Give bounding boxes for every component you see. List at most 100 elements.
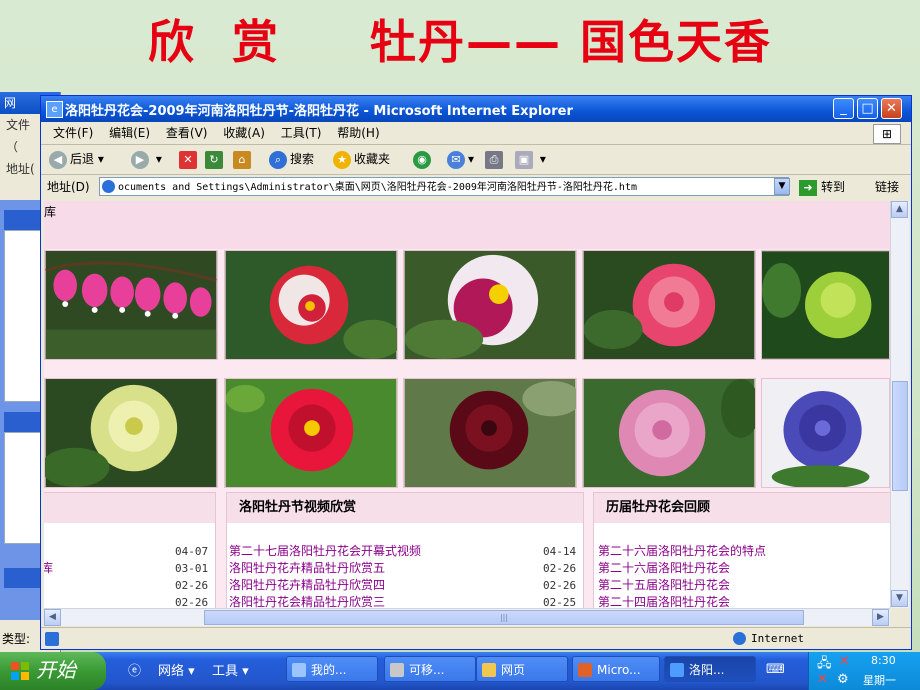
task-ie-luoyang[interactable]: 洛阳... <box>664 656 756 682</box>
address-input[interactable]: ocuments and Settings\Administrator\桌面\网… <box>99 177 789 196</box>
peony-photo-3[interactable] <box>403 250 577 360</box>
clock-time[interactable]: 8:30 <box>871 654 896 667</box>
left-panel-header <box>44 493 215 523</box>
go-arrow-icon: ➜ <box>799 179 817 196</box>
ie-menubar: 文件(F) 编辑(E) 查看(V) 收藏(A) 工具(T) 帮助(H) <box>41 122 911 145</box>
scroll-down-button[interactable]: ▼ <box>891 590 908 607</box>
address-dropdown-button[interactable]: ▼ <box>774 178 790 195</box>
peony-photo-4[interactable] <box>582 250 756 360</box>
close-button[interactable]: ✕ <box>881 98 902 119</box>
alert-tray-icon[interactable]: ✕ <box>817 672 828 687</box>
keyboard-icon[interactable]: ⌨ <box>766 662 785 677</box>
peony-photo-7[interactable] <box>224 378 398 488</box>
go-button[interactable]: ➜ 转到 <box>799 175 845 199</box>
menu-tools[interactable]: 工具(T) <box>281 122 322 144</box>
menu-edit[interactable]: 编辑(E) <box>109 122 150 144</box>
minimize-button[interactable]: _ <box>833 98 854 119</box>
task-pane-header[interactable] <box>4 412 40 432</box>
peony-photo-5[interactable] <box>761 250 890 360</box>
vertical-scroll-thumb[interactable] <box>892 381 908 491</box>
list-item[interactable]: 洛阳牡丹花卉精品牡丹欣赏四 02-26 <box>227 577 583 594</box>
web-page-content: 库 04-07 库 03-01 02-26 02-26 洛阳牡丹节视频欣赏 第二… <box>44 201 890 608</box>
list-item[interactable]: 02-26 <box>44 594 215 608</box>
stop-button[interactable]: ✕ <box>179 144 200 174</box>
home-icon: ⌂ <box>233 150 251 169</box>
background-task-pane <box>0 200 44 620</box>
menu-help[interactable]: 帮助(H) <box>337 122 379 144</box>
volume-tray-icon[interactable]: ✕ <box>839 654 850 669</box>
ie-quicklaunch-icon[interactable]: ⓔ <box>128 660 141 679</box>
task-pane-section <box>4 432 42 544</box>
video-panel-title: 洛阳牡丹节视频欣赏 <box>227 493 583 523</box>
menu-file[interactable]: 文件(F) <box>53 122 93 144</box>
horizontal-scroll-thumb[interactable]: ||| <box>204 610 804 625</box>
start-button[interactable]: 开始 <box>0 652 106 690</box>
list-item[interactable]: 02-26 <box>44 577 215 594</box>
mail-button[interactable]: ✉ ▾ <box>447 144 474 174</box>
home-button[interactable]: ⌂ <box>233 144 254 174</box>
task-pane-header[interactable] <box>4 210 40 230</box>
ie-toolbar: ◀ 后退 ▾ ▶ ▾ ✕ ↻ ⌂ ⌕ 搜索 ★ 收藏夹 ◉ ✉ ▾ ⎙ ▣ ▾ <box>41 144 911 175</box>
peony-photo-10[interactable] <box>761 378 890 488</box>
left-news-panel: 04-07 库 03-01 02-26 02-26 <box>44 492 216 608</box>
task-pane-header[interactable] <box>4 568 40 588</box>
task-my-computer[interactable]: 我的... <box>286 656 378 682</box>
maximize-button[interactable]: □ <box>857 98 878 119</box>
horizontal-scrollbar[interactable]: ◀ ||| ▶ <box>44 608 890 626</box>
media-icon: ◉ <box>413 150 431 169</box>
list-item[interactable]: 库 03-01 <box>44 560 215 577</box>
list-item[interactable]: 第二十四届洛阳牡丹花会 <box>594 594 890 608</box>
scroll-right-button[interactable]: ▶ <box>872 609 889 626</box>
links-button[interactable]: 链接 <box>875 175 899 199</box>
task-microsoft-powerpoint[interactable]: Micro... <box>572 656 660 682</box>
quicklaunch-network[interactable]: 网络 ▾ <box>158 660 195 679</box>
list-item[interactable]: 第二十五届洛阳牡丹花会 <box>594 577 890 594</box>
security-zone: Internet <box>731 628 804 650</box>
taskbar: 开始 ⓔ 网络 ▾ 工具 ▾ 我的... 可移... 网页 Micro... 洛… <box>0 652 920 690</box>
scroll-left-button[interactable]: ◀ <box>44 609 61 626</box>
list-item[interactable]: 04-07 <box>44 543 215 560</box>
task-web-folder[interactable]: 网页 <box>476 656 568 682</box>
search-icon: ⌕ <box>269 150 287 169</box>
menu-view[interactable]: 查看(V) <box>166 122 208 144</box>
peony-photo-9[interactable] <box>582 378 756 488</box>
list-item[interactable]: 第二十六届洛阳牡丹花会 <box>594 560 890 577</box>
history-news-panel: 历届牡丹花会回顾 第二十六届洛阳牡丹花会的特点 第二十六届洛阳牡丹花会 第二十五… <box>593 492 890 608</box>
clock-day: 星期一 <box>863 674 896 687</box>
peony-photo-2[interactable] <box>224 250 398 360</box>
peony-photo-6[interactable] <box>44 378 218 488</box>
forward-arrow-icon: ▶ <box>131 150 149 169</box>
list-item[interactable]: 洛阳牡丹花卉精品牡丹欣赏五 02-26 <box>227 560 583 577</box>
ie-status-bar: Internet <box>41 627 911 650</box>
ie-window: e 洛阳牡丹花会-2009年河南洛阳牡丹节-洛阳牡丹花 - Microsoft … <box>40 95 912 650</box>
list-item[interactable]: 第二十七届洛阳牡丹花会开幕式视频 04-14 <box>227 543 583 560</box>
back-button[interactable]: ◀ 后退 ▾ <box>49 144 104 174</box>
ie-titlebar[interactable]: e 洛阳牡丹花会-2009年河南洛阳牡丹节-洛阳牡丹花 - Microsoft … <box>41 96 911 122</box>
ie-page-icon: e <box>46 101 63 118</box>
back-arrow-icon: ◀ <box>49 150 67 169</box>
computer-icon <box>292 663 306 677</box>
search-button[interactable]: ⌕ 搜索 <box>269 144 314 174</box>
peony-photo-8[interactable] <box>403 378 577 488</box>
forward-button[interactable]: ▶ ▾ <box>131 144 162 174</box>
list-item[interactable]: 第二十六届洛阳牡丹花会的特点 <box>594 543 890 560</box>
task-removable-disk[interactable]: 可移... <box>384 656 476 682</box>
media-button[interactable]: ◉ <box>413 144 434 174</box>
peony-photo-1[interactable] <box>44 250 218 360</box>
page-header-strip: 库 <box>44 201 890 249</box>
vertical-scrollbar[interactable]: ▲ ▼ <box>890 201 909 608</box>
list-item[interactable]: 洛阳牡丹花会精品牡丹欣赏三 02-25 <box>227 594 583 608</box>
menu-favorites[interactable]: 收藏(A) <box>223 122 265 144</box>
scroll-up-button[interactable]: ▲ <box>891 201 908 218</box>
quicklaunch-tools[interactable]: 工具 ▾ <box>212 660 249 679</box>
stop-icon: ✕ <box>179 150 197 169</box>
windows-logo-icon: ⊞ <box>873 124 901 144</box>
favorites-button[interactable]: ★ 收藏夹 <box>333 144 390 174</box>
settings-tray-icon[interactable]: ⚙ <box>837 672 849 687</box>
page-status-icon <box>45 632 59 646</box>
print-button[interactable]: ⎙ <box>485 144 506 174</box>
edit-page-button[interactable]: ▣ ▾ <box>515 144 546 174</box>
edit-icon: ▣ <box>515 150 533 169</box>
history-panel-title: 历届牡丹花会回顾 <box>594 493 890 523</box>
refresh-button[interactable]: ↻ <box>205 144 226 174</box>
